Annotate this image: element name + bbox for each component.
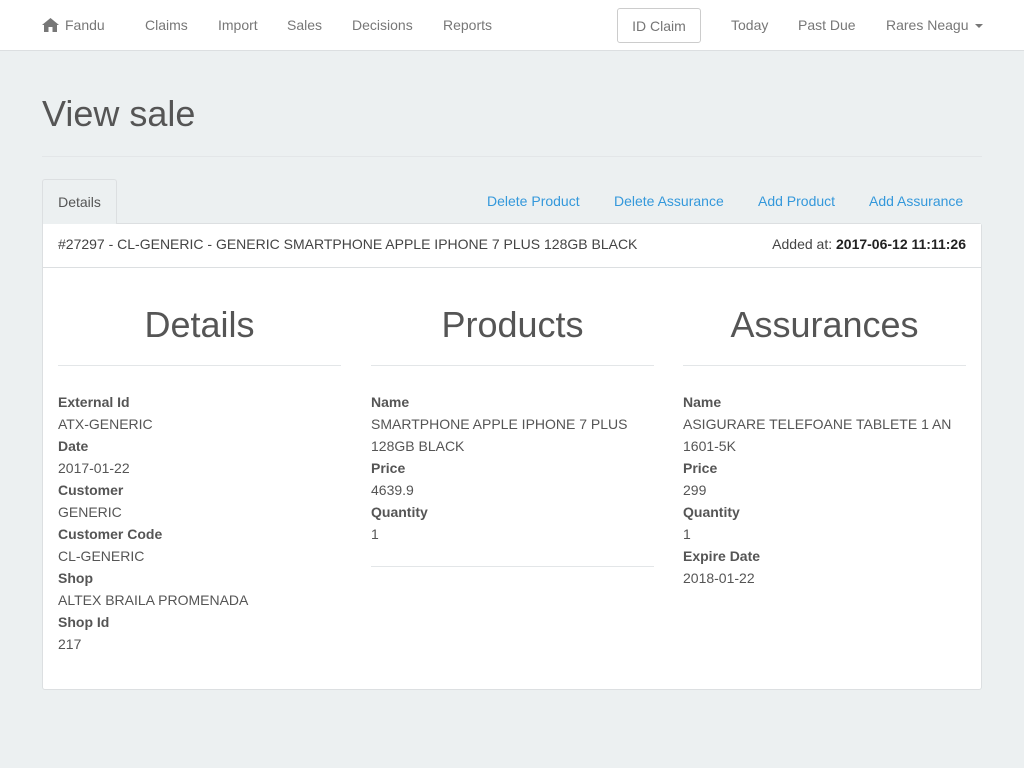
field-value: 4639.9 — [371, 482, 414, 498]
caret-down-icon — [974, 24, 983, 28]
delete-product-link[interactable]: Delete Product — [487, 190, 580, 212]
assurances-title: Assurances — [683, 290, 966, 366]
brand-label: Fandu — [65, 17, 105, 33]
top-navbar: Fandu Claims Import Sales Decisions Repo… — [0, 0, 1024, 51]
field-label: Price — [371, 460, 406, 476]
field-value: SMARTPHONE APPLE IPHONE 7 PLUS 128GB BLA… — [371, 416, 628, 454]
added-at-value: 2017-06-12 11:11:26 — [836, 236, 966, 252]
field-label: Price — [683, 460, 718, 476]
field-value: ATX-GENERIC — [58, 416, 153, 432]
field-value: GENERIC — [58, 504, 122, 520]
field-label: Shop Id — [58, 614, 110, 630]
assurances-column: Assurances Name ASIGURARE TELEFOANE TABL… — [683, 290, 966, 589]
added-at-label: Added at: — [772, 236, 833, 252]
panel-heading: #27297 - CL-GENERIC - GENERIC SMARTPHONE… — [43, 224, 981, 268]
sale-panel: #27297 - CL-GENERIC - GENERIC SMARTPHONE… — [42, 223, 982, 690]
field-label: Quantity — [683, 504, 740, 520]
field-label: Shop — [58, 570, 93, 586]
sale-heading: #27297 - CL-GENERIC - GENERIC SMARTPHONE… — [58, 236, 638, 252]
nav-reports[interactable]: Reports — [443, 0, 492, 50]
assurances-list: Name ASIGURARE TELEFOANE TABLETE 1 AN 16… — [683, 391, 966, 589]
user-menu[interactable]: Rares Neagu — [886, 0, 983, 50]
field-value: 217 — [58, 636, 82, 652]
field-value: 2018-01-22 — [683, 570, 755, 586]
nav-import[interactable]: Import — [218, 0, 258, 50]
details-list: External Id ATX-GENERIC Date 2017-01-22 … — [58, 391, 341, 655]
field-value: 299 — [683, 482, 707, 498]
delete-assurance-link[interactable]: Delete Assurance — [614, 190, 724, 212]
nav-decisions[interactable]: Decisions — [352, 0, 413, 50]
page-title: View sale — [42, 93, 196, 134]
tab-details[interactable]: Details — [42, 179, 117, 224]
add-assurance-link[interactable]: Add Assurance — [869, 190, 963, 212]
nav-sales[interactable]: Sales — [287, 0, 322, 50]
field-value: ASIGURARE TELEFOANE TABLETE 1 AN 1601-5K — [683, 416, 952, 454]
nav-past-due[interactable]: Past Due — [798, 0, 856, 50]
field-label: Customer Code — [58, 526, 163, 542]
id-claim-input[interactable] — [617, 8, 701, 43]
products-divider — [371, 566, 654, 567]
added-at: Added at: 2017-06-12 11:11:26 — [772, 236, 966, 252]
brand-link[interactable]: Fandu — [42, 0, 105, 50]
nav-today[interactable]: Today — [731, 0, 768, 50]
details-title: Details — [58, 290, 341, 366]
field-value: 1 — [683, 526, 691, 542]
field-label: Quantity — [371, 504, 428, 520]
field-value: CL-GENERIC — [58, 548, 145, 564]
field-label: Expire Date — [683, 548, 761, 564]
field-label: Date — [58, 438, 89, 454]
field-value: 1 — [371, 526, 379, 542]
nav-claims[interactable]: Claims — [145, 0, 188, 50]
details-column: Details External Id ATX-GENERIC Date 201… — [58, 290, 341, 655]
field-value: 2017-01-22 — [58, 460, 130, 476]
user-name: Rares Neagu — [886, 17, 969, 33]
field-label: Name — [371, 394, 410, 410]
products-column: Products Name SMARTPHONE APPLE IPHONE 7 … — [371, 290, 654, 567]
field-label: Name — [683, 394, 722, 410]
field-label: Customer — [58, 482, 124, 498]
products-list: Name SMARTPHONE APPLE IPHONE 7 PLUS 128G… — [371, 391, 654, 545]
field-value: ALTEX BRAILA PROMENADA — [58, 592, 249, 608]
products-title: Products — [371, 290, 654, 366]
home-icon — [42, 2, 59, 52]
field-label: External Id — [58, 394, 130, 410]
add-product-link[interactable]: Add Product — [758, 190, 835, 212]
title-divider — [42, 156, 982, 157]
